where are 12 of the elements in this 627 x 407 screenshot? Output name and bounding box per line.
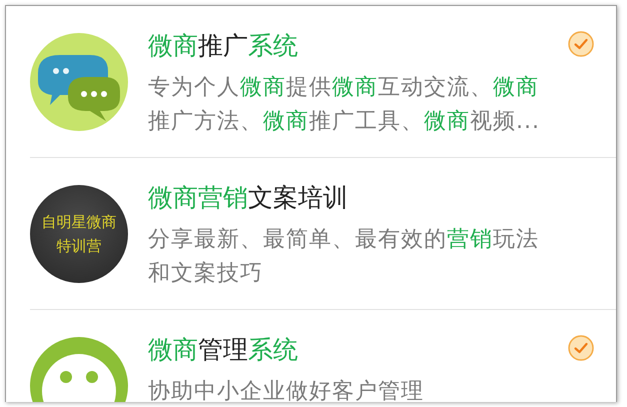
item-title: 微商管理系统 xyxy=(148,334,299,366)
item-description: 专为个人微商提供微商互动交流、微商 推广方法、微商推广工具、微商视频... xyxy=(148,74,541,136)
item-description: 协助中小企业做好客户管理 xyxy=(148,378,425,402)
item-description: 分享最新、最简单、最有效的营销玩法 和文案技巧 xyxy=(148,226,540,288)
item-title: 微商营销文案培训 xyxy=(148,182,349,214)
badge-text: 特训营 xyxy=(56,237,102,255)
chat-bubbles-icon xyxy=(30,33,128,131)
list-item[interactable]: 自明星微商 特训营 微商营销文案培训 分享最新、最简单、最有效的营销玩法 和文案技巧 xyxy=(30,158,616,310)
badge-text: 自明星微商 xyxy=(42,213,116,231)
list-item[interactable]: 微商推广系统 专为个人微商提供微商互动交流、微商 推广方法、微商推广工具、微商视频... xyxy=(30,6,616,158)
item-title: 微商推广系统 xyxy=(148,30,299,62)
list-item[interactable]: 微商管理系统 协助中小企业做好客户管理 xyxy=(30,310,616,402)
